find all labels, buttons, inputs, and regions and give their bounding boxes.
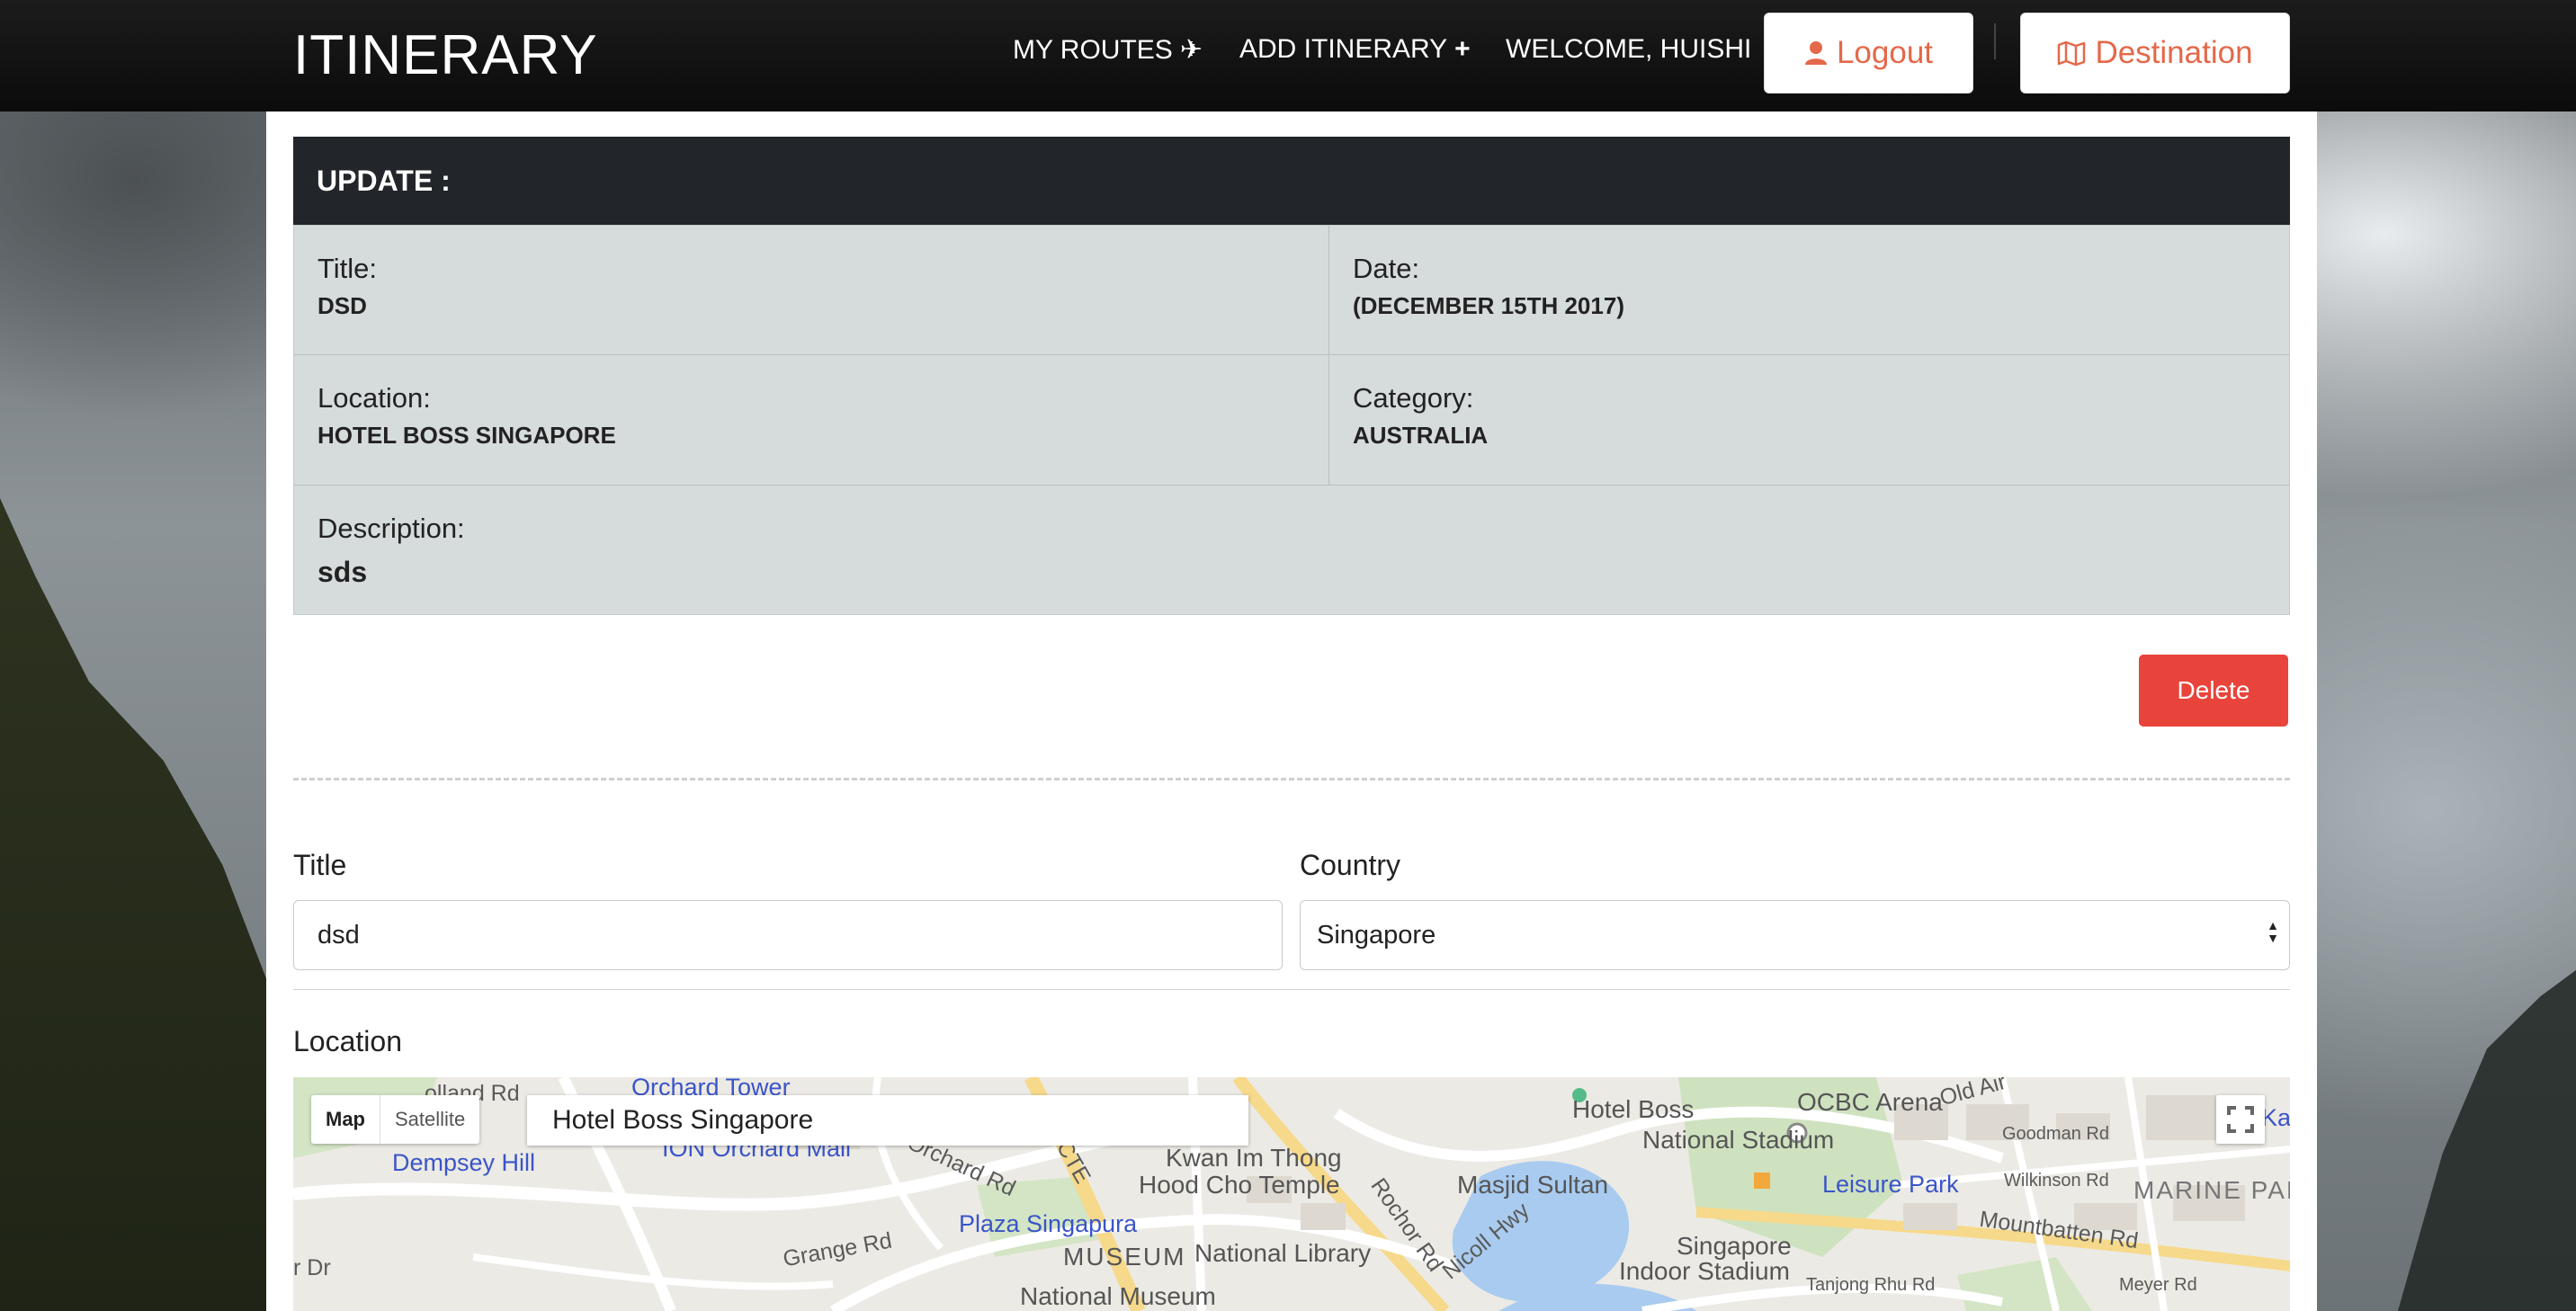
user-icon — [1804, 41, 1827, 65]
detail-title-cell: Title: DSD — [294, 226, 1329, 355]
map-label-kwan-im: Kwan Im Thong — [1166, 1144, 1342, 1172]
map-label-national-library: National Library — [1194, 1239, 1372, 1267]
map-label-d-dr: r Dr — [293, 1255, 331, 1280]
map-type-map-button[interactable]: Map — [311, 1095, 380, 1144]
detail-title-label: Title: — [318, 253, 378, 284]
detail-location-cell: Location: HOTEL BOSS SINGAPORE — [294, 355, 1329, 486]
fullscreen-button[interactable] — [2216, 1095, 2265, 1144]
map-label-plaza-singapura: Plaza Singapura — [959, 1210, 1138, 1237]
title-input[interactable]: dsd — [293, 900, 1283, 970]
nav-my-routes-label: MY ROUTES — [1013, 34, 1173, 65]
detail-description-value: sds — [318, 556, 368, 588]
map-label-masjid-sultan: Masjid Sultan — [1457, 1171, 1609, 1199]
select-arrows-icon: ▲ ▼ — [2267, 918, 2279, 945]
location-map[interactable]: Orchard Tower olland Rd Dempsey Hill ION… — [293, 1077, 2290, 1311]
detail-category-value: AUSTRALIA — [1353, 422, 1489, 449]
destination-button[interactable]: Destination — [2020, 13, 2290, 94]
main-panel: UPDATE : Title: DSD Date: (DECEMBER 15TH… — [266, 111, 2317, 1311]
map-label-hood-cho: Hood Cho Temple — [1139, 1171, 1340, 1199]
itinerary-details: Title: DSD Date: (DECEMBER 15TH 2017) Lo… — [293, 225, 2290, 615]
nav-my-routes[interactable]: MY ROUTES ✈ — [1013, 34, 1203, 66]
update-header: UPDATE : — [293, 137, 2290, 225]
detail-date-value: (DECEMBER 15TH 2017) — [1353, 292, 1624, 319]
detail-description-label: Description: — [318, 513, 465, 544]
map-type-control: Map Satellite — [311, 1095, 480, 1144]
destination-label: Destination — [2095, 35, 2253, 70]
map-label-wilkinson-rd: Wilkinson Rd — [2004, 1171, 2109, 1191]
nav-add-itinerary[interactable]: ADD ITINERARY + — [1239, 34, 1471, 65]
top-navbar: ITINERARY MY ROUTES ✈ ADD ITINERARY + WE… — [0, 0, 2576, 111]
map-search-input[interactable]: Hotel Boss Singapore — [527, 1095, 1248, 1146]
plus-icon: + — [1454, 34, 1471, 64]
map-icon — [2058, 40, 2086, 66]
logout-button[interactable]: Logout — [1764, 13, 1973, 94]
fullscreen-icon — [2227, 1106, 2254, 1133]
detail-date-label: Date: — [1353, 253, 1420, 284]
map-label-leisure-park: Leisure Park — [1822, 1171, 1959, 1198]
nav-divider — [1994, 23, 1996, 59]
map-label-meyer-rd: Meyer Rd — [2119, 1275, 2197, 1295]
detail-category-label: Category: — [1353, 382, 1474, 414]
location-field-label: Location — [293, 1025, 402, 1057]
map-label-ocbc-arena: OCBC Arena — [1797, 1088, 1943, 1116]
detail-date-cell: Date: (DECEMBER 15TH 2017) — [1329, 226, 2289, 355]
map-label-national-stadium: National Stadium — [1642, 1126, 1835, 1154]
brand-logo-text[interactable]: ITINERARY — [293, 23, 598, 87]
title-field-label: Title — [293, 849, 347, 881]
logout-label: Logout — [1836, 35, 1934, 70]
detail-title-value: DSD — [318, 292, 367, 319]
map-label-tanjong-rhu: Tanjong Rhu Rd — [1806, 1275, 1936, 1295]
map-label-national-museum: National Museum — [1020, 1282, 1216, 1310]
map-label-singapore-indoor-2: Indoor Stadium — [1619, 1257, 1790, 1285]
detail-location-label: Location: — [318, 382, 431, 414]
country-field-label: Country — [1300, 849, 1401, 881]
welcome-text: WELCOME, HUISHI — [1506, 34, 1752, 64]
map-label-dempsey-hill: Dempsey Hill — [392, 1149, 536, 1176]
country-select-value: Singapore — [1317, 920, 1436, 950]
detail-location-value: HOTEL BOSS SINGAPORE — [318, 422, 616, 449]
map-label-museum: MUSEUM — [1063, 1243, 1186, 1271]
detail-category-cell: Category: AUSTRALIA — [1329, 355, 2289, 486]
airplane-icon: ✈ — [1179, 35, 1203, 65]
map-label-hotel-boss: Hotel Boss — [1572, 1095, 1695, 1123]
map-label-katong: Kat — [2261, 1104, 2290, 1131]
country-select[interactable]: Singapore ▲ ▼ — [1300, 900, 2290, 970]
map-label-marine-parade: MARINE PAR — [2133, 1176, 2290, 1204]
nav-add-itinerary-label: ADD ITINERARY — [1239, 34, 1448, 64]
map-type-satellite-button[interactable]: Satellite — [380, 1095, 479, 1144]
form-divider — [293, 989, 2290, 990]
nav-welcome-user: WELCOME, HUISHI — [1506, 34, 1751, 65]
map-label-goodman-rd: Goodman Rd — [2002, 1124, 2109, 1144]
dashed-divider — [293, 778, 2290, 780]
delete-button[interactable]: Delete — [2139, 655, 2288, 727]
detail-description-cell: Description: sds — [294, 486, 2289, 614]
